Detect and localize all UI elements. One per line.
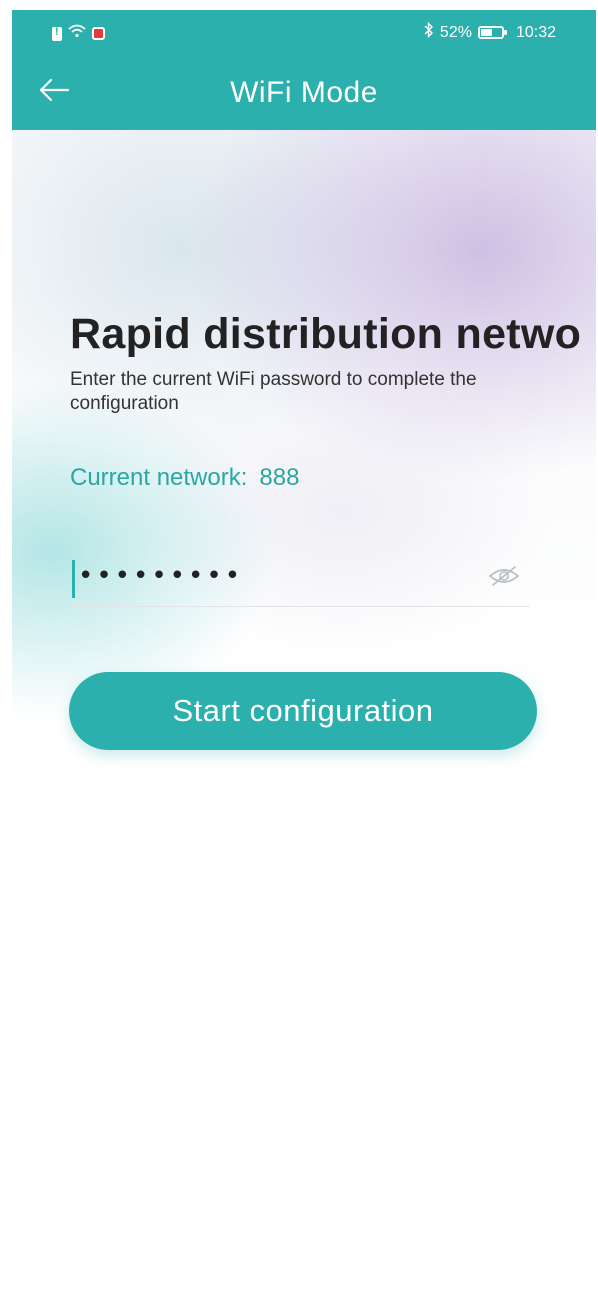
current-network-value: 888 [259,464,300,491]
battery-percent: 52% [439,23,472,41]
current-network-label: Current network: [70,464,248,491]
start-configuration-button[interactable]: Start configuration [69,672,537,750]
current-network-row: Current network: 888 [70,464,299,492]
eye-slash-icon [488,565,520,592]
status-right-icons: 52% 10:32 [424,21,556,43]
main-content: Rapid distribution netwo Enter the curre… [12,130,596,1300]
password-input[interactable] [78,556,458,596]
notification-icon [92,27,105,40]
page-title: WiFi Mode [230,76,378,109]
app-screen: 52% 10:32 WiFi Mode Rapid distribution n… [12,10,596,1300]
instruction-text: Enter the current WiFi password to compl… [70,369,477,414]
toggle-password-visibility-button[interactable] [486,564,522,592]
status-time: 10:32 [515,23,556,41]
section-heading: Rapid distribution netwo [70,310,582,358]
wifi-icon [68,24,86,43]
text-cursor [72,560,75,598]
bluetooth-icon [424,21,434,43]
password-field [70,550,530,607]
navigation-bar: WiFi Mode [12,56,596,130]
status-left-icons [52,24,105,43]
status-bar: 52% 10:32 [12,10,596,56]
app-header: 52% 10:32 WiFi Mode [12,10,596,130]
sim-alert-icon [52,26,62,41]
battery-icon [477,26,507,39]
